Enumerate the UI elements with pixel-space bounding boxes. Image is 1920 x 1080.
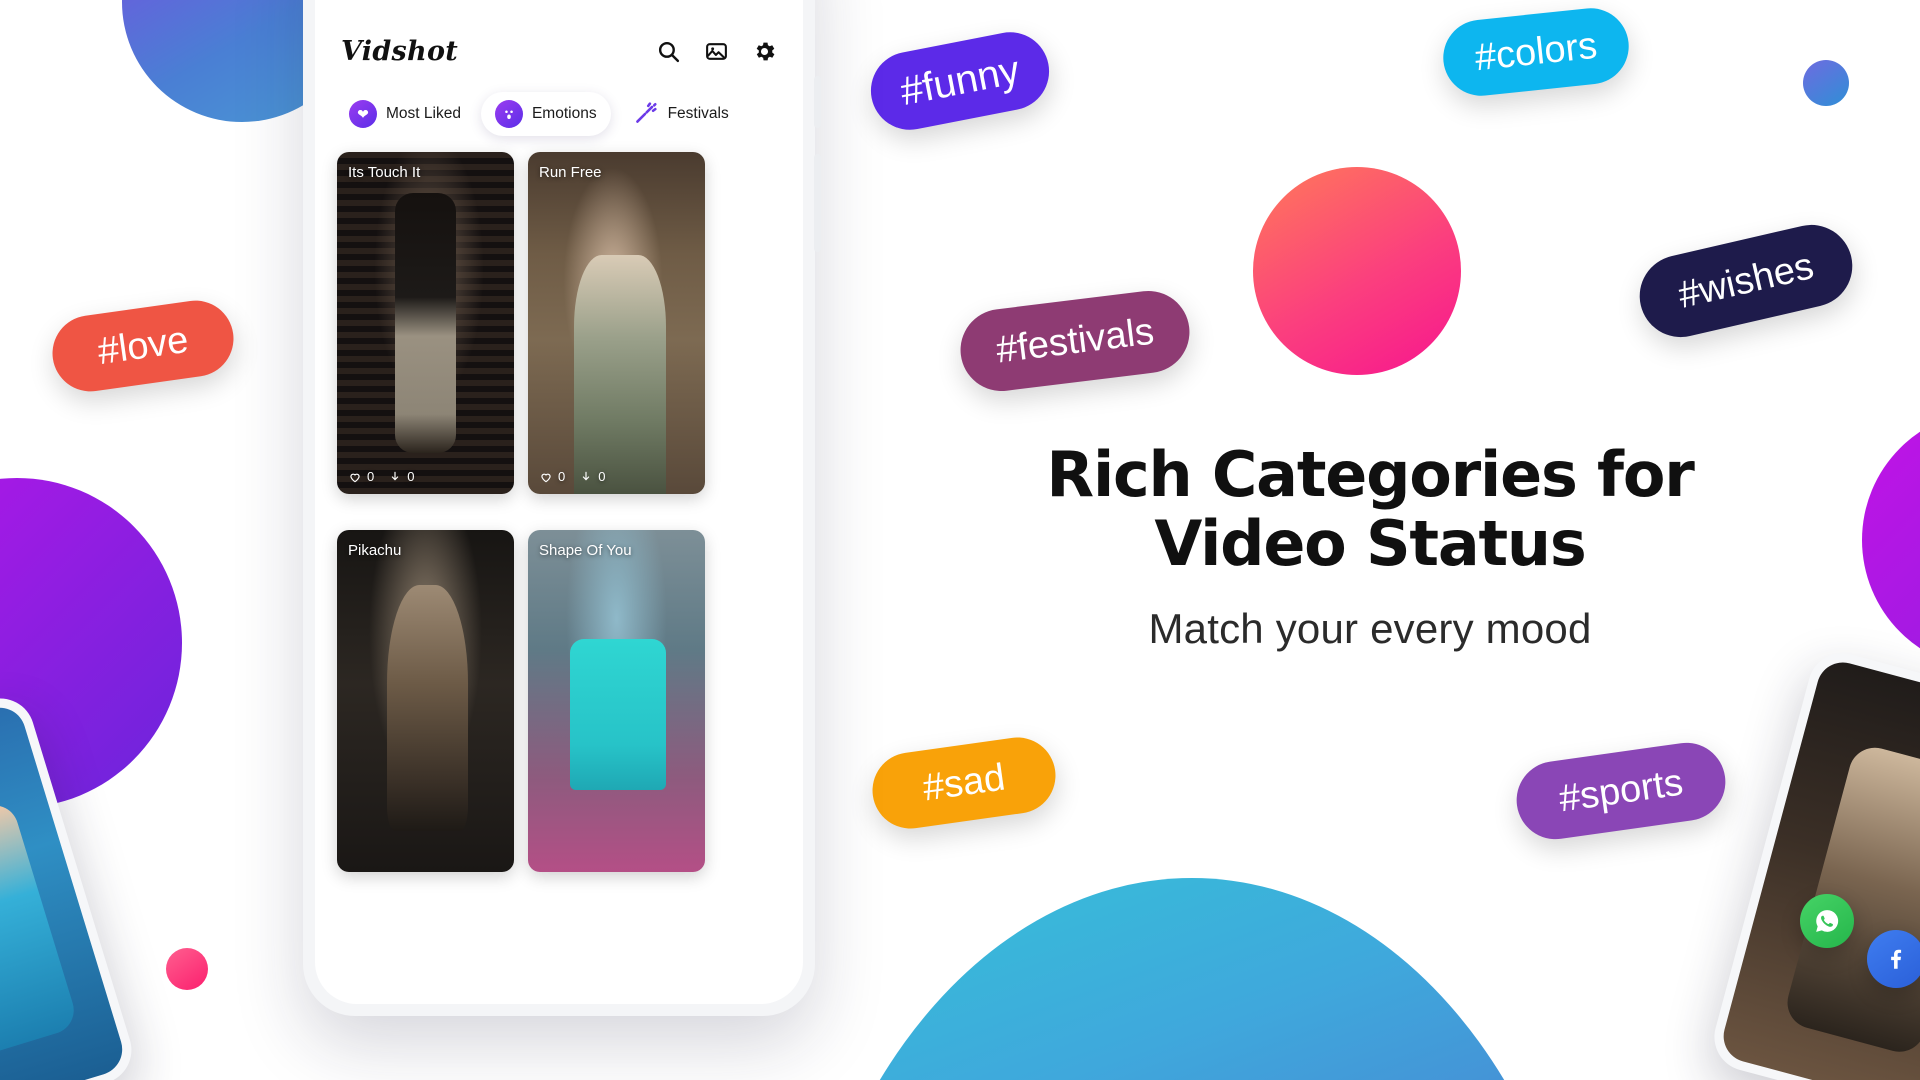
hashtag-pill-sad[interactable]: #sad: [867, 732, 1061, 834]
heart-outline-icon: [350, 473, 360, 482]
video-card-title: Its Touch It: [348, 164, 421, 181]
hashtag-pill-funny[interactable]: #funny: [864, 25, 1056, 137]
video-card[interactable]: Shape Of You: [528, 530, 705, 872]
download-count: 0: [388, 469, 414, 484]
tab-emotions-label: Emotions: [531, 105, 597, 122]
download-icon: [392, 471, 399, 480]
whatsapp-share-button[interactable]: [1800, 894, 1854, 948]
video-card[interactable]: Pikachu: [337, 530, 514, 872]
edge-phone-right: [1706, 645, 1920, 1080]
decorative-dot-top-right: [1803, 60, 1849, 106]
headline-line-1: Rich Categories for: [1046, 438, 1694, 511]
tab-festivals[interactable]: Festivals: [617, 92, 743, 136]
download-count: 0: [579, 469, 605, 484]
search-icon[interactable]: [651, 34, 685, 68]
video-card-title: Run Free: [539, 164, 602, 181]
headline-block: Rich Categories for Video Status Match y…: [1020, 440, 1720, 653]
decorative-dot-bottom-left: [166, 948, 208, 990]
video-card-grid: Its Touch It 0 0 Run Free 0 0 Pikachu Sh…: [315, 148, 803, 872]
download-icon: [583, 471, 590, 480]
download-count-value: 0: [598, 469, 606, 484]
video-card-stats: 0 0: [539, 469, 605, 484]
headline-subtitle: Match your every mood: [1148, 604, 1592, 652]
gallery-icon[interactable]: [699, 34, 733, 68]
hashtag-pill-festivals[interactable]: #festivals: [955, 286, 1195, 396]
like-count: 0: [348, 469, 374, 484]
video-card-stats: 0 0: [348, 469, 414, 484]
hashtag-pill-love[interactable]: #love: [47, 295, 239, 397]
decorative-arc-bottom: [786, 878, 1598, 1080]
heart-icon: ❤: [349, 100, 377, 128]
promo-page: Downloads #funny #colors #wishes #love #…: [0, 0, 1920, 1080]
surprised-face-icon: [494, 100, 523, 128]
phone-screen: Vidshot ❤ Most Liked Emotions Festivals …: [315, 0, 803, 1004]
decorative-circle-pink: [1253, 167, 1461, 375]
app-logo: Vidshot: [341, 35, 459, 67]
app-top-bar: Vidshot: [315, 20, 803, 82]
category-tab-bar: ❤ Most Liked Emotions Festivals: [315, 82, 803, 148]
firework-icon: [631, 100, 659, 128]
like-count-value: 0: [367, 469, 375, 484]
video-card-title: Pikachu: [348, 542, 402, 559]
video-card[interactable]: Its Touch It 0 0: [337, 152, 514, 494]
download-count-value: 0: [407, 469, 415, 484]
headline-line-2: Video Status: [1154, 507, 1586, 581]
settings-gear-icon[interactable]: [747, 34, 781, 68]
video-card[interactable]: Run Free 0 0: [528, 152, 705, 494]
like-count-value: 0: [558, 469, 566, 484]
hashtag-pill-wishes[interactable]: #wishes: [1631, 216, 1861, 346]
whatsapp-icon: [1816, 910, 1839, 932]
app-content: Vidshot ❤ Most Liked Emotions Festivals …: [315, 0, 803, 872]
like-count: 0: [539, 469, 565, 484]
facebook-icon: [1891, 949, 1902, 969]
tab-most-liked[interactable]: ❤ Most Liked: [335, 92, 475, 136]
hashtag-pill-colors[interactable]: #colors: [1439, 4, 1633, 100]
phone-mockup-center: Vidshot ❤ Most Liked Emotions Festivals …: [303, 0, 821, 1016]
video-card-title: Shape Of You: [539, 542, 632, 559]
edge-phone-right-screen: [1717, 656, 1920, 1080]
tab-emotions[interactable]: Emotions: [480, 92, 611, 136]
tab-festivals-label: Festivals: [667, 105, 729, 122]
heart-outline-icon: [541, 473, 551, 482]
facebook-share-button[interactable]: [1867, 930, 1920, 988]
tab-most-liked-label: Most Liked: [386, 105, 461, 122]
hashtag-pill-sports[interactable]: #sports: [1511, 737, 1731, 845]
decorative-circle-right-magenta: [1862, 410, 1920, 670]
